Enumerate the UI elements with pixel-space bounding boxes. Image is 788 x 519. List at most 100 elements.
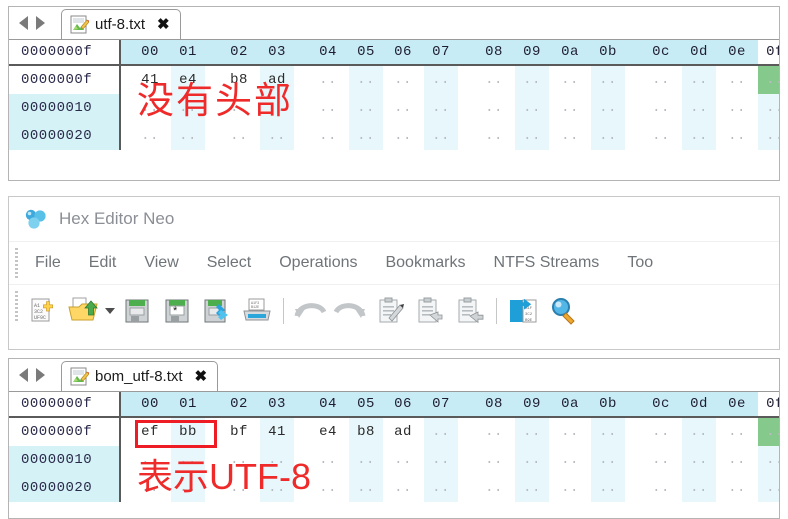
hex-byte-cell[interactable]: .. xyxy=(682,94,716,122)
column-header-03[interactable]: 03 xyxy=(260,40,294,64)
column-header-05[interactable]: 05 xyxy=(349,392,383,416)
hex-byte-cell[interactable]: .. xyxy=(644,418,678,446)
hex-byte-cell[interactable]: .. xyxy=(720,94,754,122)
hex-row[interactable]: 00000010................................ xyxy=(9,446,779,474)
hex-byte-cell[interactable]: .. xyxy=(477,474,511,502)
hex-byte-cell[interactable]: .. xyxy=(133,474,167,502)
tab-nav-buttons[interactable] xyxy=(15,363,48,387)
hex-byte-cell[interactable]: .. xyxy=(720,474,754,502)
column-header-0a[interactable]: 0a xyxy=(553,40,587,64)
cut-icon[interactable] xyxy=(370,292,410,330)
hex-byte-cell[interactable]: .. xyxy=(553,122,587,150)
column-header-0b[interactable]: 0b xyxy=(591,392,625,416)
hex-byte-cell[interactable]: .. xyxy=(386,66,420,94)
hex-byte-cell[interactable]: .. xyxy=(349,446,383,474)
hex-byte-cell[interactable]: .. xyxy=(591,446,625,474)
hex-byte-cell[interactable]: .. xyxy=(758,122,779,150)
menu-grip-handle[interactable] xyxy=(15,248,18,278)
hex-byte-cell[interactable]: .. xyxy=(222,94,256,122)
column-header-09[interactable]: 09 xyxy=(515,40,549,64)
hex-byte-cell[interactable]: e4 xyxy=(171,66,205,94)
hex-byte-cell[interactable]: .. xyxy=(477,418,511,446)
hex-byte-cell[interactable]: .. xyxy=(553,474,587,502)
hex-byte-cell[interactable]: .. xyxy=(424,66,458,94)
menu-edit[interactable]: Edit xyxy=(75,254,131,272)
column-header-0e[interactable]: 0e xyxy=(720,40,754,64)
hex-row[interactable]: 0000000f 41e4 b8ad........................ xyxy=(9,66,779,94)
hex-byte-cell[interactable]: .. xyxy=(349,94,383,122)
hex-byte-cell[interactable]: .. xyxy=(682,474,716,502)
hex-grid-utf8[interactable]: 0000000f 00 01 02 03 04 05 06 07 08 09 0a 0b 0c 0d 0e 0… xyxy=(9,40,779,150)
column-header-0e[interactable]: 0e xyxy=(720,392,754,416)
copy-icon[interactable] xyxy=(410,292,450,330)
hex-byte-cell[interactable]: .. xyxy=(424,474,458,502)
hex-byte-cell[interactable]: .. xyxy=(515,94,549,122)
hex-byte-cell[interactable]: .. xyxy=(311,446,345,474)
hex-byte-cell[interactable]: .. xyxy=(311,94,345,122)
hex-byte-cell[interactable]: .. xyxy=(720,446,754,474)
hex-byte-cell[interactable]: .. xyxy=(591,474,625,502)
column-header-0f[interactable]: 0f xyxy=(758,40,779,64)
menu-operations[interactable]: Operations xyxy=(265,254,371,272)
hex-row-cells[interactable]: ................................ xyxy=(121,446,779,474)
tab-utf8[interactable]: utf-8.txt ✖ xyxy=(61,9,181,39)
hex-byte-cell[interactable]: ad xyxy=(386,418,420,446)
column-header-0b[interactable]: 0b xyxy=(591,40,625,64)
hex-byte-cell[interactable]: .. xyxy=(515,122,549,150)
hex-byte-cell[interactable]: ef xyxy=(133,418,167,446)
column-header-06[interactable]: 06 xyxy=(386,392,420,416)
column-header-00[interactable]: 00 xyxy=(133,392,167,416)
hex-byte-cell[interactable]: bb xyxy=(171,418,205,446)
hex-byte-cell[interactable]: .. xyxy=(171,122,205,150)
close-icon[interactable]: ✖ xyxy=(157,17,170,32)
find-icon[interactable] xyxy=(543,292,583,330)
column-header-0a[interactable]: 0a xyxy=(553,392,587,416)
arrow-right-icon[interactable] xyxy=(32,14,48,32)
hex-byte-cell[interactable]: .. xyxy=(758,418,779,446)
hex-byte-cell[interactable]: ad xyxy=(260,66,294,94)
column-header-07[interactable]: 07 xyxy=(424,40,458,64)
hex-byte-cell[interactable]: .. xyxy=(386,474,420,502)
hex-byte-cell[interactable]: .. xyxy=(311,474,345,502)
hex-byte-cell[interactable]: .. xyxy=(222,122,256,150)
hex-byte-cell[interactable]: .. xyxy=(515,474,549,502)
column-header-08[interactable]: 08 xyxy=(477,392,511,416)
hex-byte-cell[interactable]: .. xyxy=(386,122,420,150)
new-file-icon[interactable]: A1 3C2 UF9C xyxy=(23,292,63,330)
hex-byte-cell[interactable]: .. xyxy=(758,94,779,122)
hex-byte-cell[interactable]: .. xyxy=(720,418,754,446)
hex-byte-cell[interactable]: .. xyxy=(424,446,458,474)
menu-file[interactable]: File xyxy=(21,254,75,272)
arrow-left-icon[interactable] xyxy=(15,14,31,32)
hex-byte-cell[interactable]: .. xyxy=(644,474,678,502)
hex-byte-cell[interactable]: .. xyxy=(133,122,167,150)
hex-row[interactable]: 0000000f efbbbf41 e4b8ad.................. xyxy=(9,418,779,446)
hex-byte-cell[interactable]: .. xyxy=(171,94,205,122)
hex-byte-cell[interactable]: .. xyxy=(682,122,716,150)
export-icon[interactable]: A1F 3C2 B9E xyxy=(503,292,543,330)
hex-rows-host[interactable]: 0000000f 41e4 b8ad........................… xyxy=(9,66,779,150)
hex-byte-cell[interactable]: .. xyxy=(171,446,205,474)
hex-byte-cell[interactable]: .. xyxy=(171,474,205,502)
hex-byte-cell[interactable]: 41 xyxy=(133,66,167,94)
hex-byte-cell[interactable]: .. xyxy=(591,418,625,446)
hex-byte-cell[interactable]: .. xyxy=(133,446,167,474)
hex-byte-cell[interactable]: .. xyxy=(477,66,511,94)
hex-byte-cell[interactable]: .. xyxy=(553,446,587,474)
menu-bookmarks[interactable]: Bookmarks xyxy=(371,254,479,272)
column-header-07[interactable]: 07 xyxy=(424,392,458,416)
column-header-03[interactable]: 03 xyxy=(260,392,294,416)
open-file-icon[interactable] xyxy=(63,292,103,330)
column-header-0d[interactable]: 0d xyxy=(682,392,716,416)
hex-byte-cell[interactable]: .. xyxy=(553,94,587,122)
open-file-dropdown-caret[interactable] xyxy=(103,292,117,330)
hex-byte-cell[interactable]: .. xyxy=(591,66,625,94)
print-icon[interactable]: A1F3 B12E xyxy=(237,292,277,330)
hex-byte-cell[interactable]: .. xyxy=(758,66,779,94)
hex-byte-cell[interactable]: .. xyxy=(133,94,167,122)
column-header-04[interactable]: 04 xyxy=(311,392,345,416)
column-header-00[interactable]: 00 xyxy=(133,40,167,64)
hex-byte-cell[interactable]: b8 xyxy=(349,418,383,446)
column-header-0c[interactable]: 0c xyxy=(644,40,678,64)
tab-bom-utf8[interactable]: bom_utf-8.txt ✖ xyxy=(61,361,219,391)
